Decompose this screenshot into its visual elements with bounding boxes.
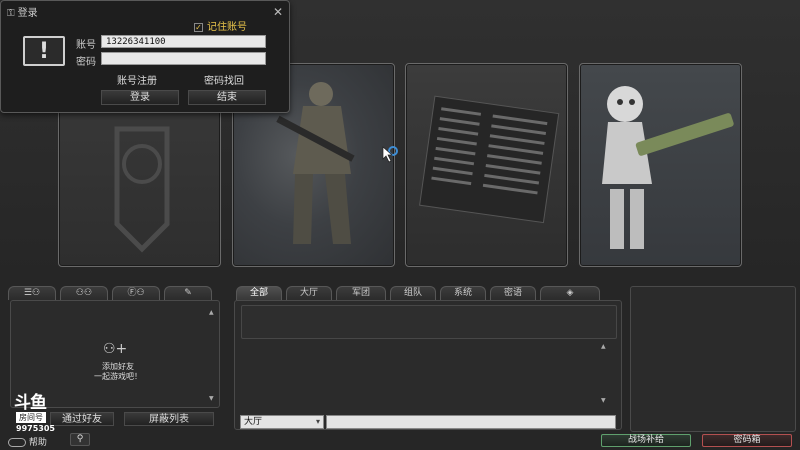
password-input[interactable] (101, 52, 266, 65)
chat-notice-area (241, 305, 617, 339)
login-button[interactable]: 登录 (101, 90, 179, 105)
register-link[interactable]: 账号注册 (117, 72, 157, 87)
login-title: ⚿ 登录 (7, 8, 38, 19)
edit-icon: ✎ (184, 288, 192, 298)
list-icon: ☰⚇ (23, 288, 41, 298)
stats-board-icon (419, 95, 560, 224)
account-label: 账号 (76, 40, 96, 51)
password-safe-button[interactable]: 密码箱 (702, 434, 792, 447)
feature-card-robot[interactable] (579, 63, 742, 267)
tab-chat-all[interactable]: 全部 (236, 286, 282, 300)
remember-account-checkbox[interactable]: ✓ 记住账号 (194, 18, 247, 33)
diamond-icon: ◈ (566, 288, 574, 298)
key-icon: ⚿ (7, 8, 15, 19)
tab-chat-system[interactable]: 系统 (440, 286, 486, 300)
chevron-down-icon: ▾ (315, 417, 320, 426)
alert-icon: ! (23, 36, 65, 66)
tab-chat-team[interactable]: 组队 (390, 286, 436, 300)
add-friend-icon[interactable]: ⚇+ (103, 341, 127, 357)
block-list-button[interactable]: 屏蔽列表 (124, 412, 214, 426)
scroll-up-icon[interactable]: ▲ (209, 309, 214, 316)
account-input[interactable]: 13226341100 (101, 35, 266, 48)
chat-scroll-down-icon[interactable]: ▼ (601, 397, 606, 404)
scroll-down-icon[interactable]: ▼ (209, 395, 214, 402)
tab-chat-whisper[interactable]: 密语 (490, 286, 536, 300)
login-window: ⚿ 登录 ✕ ✓ 记住账号 ! 账号 13226341100 密码 账号注册 密码找… (0, 0, 290, 113)
toggle-icon (8, 438, 26, 447)
search-friend-icon: Ⓕ⚇ (127, 288, 145, 298)
tab-friend-search[interactable]: Ⓕ⚇ (112, 286, 160, 300)
douyu-logo: 斗鱼 (14, 393, 47, 413)
chat-scroll-up-icon[interactable]: ▲ (601, 343, 606, 350)
battle-supply-button[interactable]: 战场补给 (601, 434, 691, 447)
tab-friend-edit[interactable]: ✎ (164, 286, 212, 300)
close-icon[interactable]: ✕ (273, 5, 283, 19)
via-friend-button[interactable]: 通过好友 (50, 412, 114, 426)
exit-button[interactable]: 结束 (188, 90, 266, 105)
channel-select[interactable]: 大厅 ▾ (240, 415, 324, 429)
feature-card-stats[interactable] (405, 63, 568, 267)
chat-panel: ▲ ▼ (234, 300, 622, 430)
tab-chat-extra[interactable]: ◈ (540, 286, 600, 300)
search-icon[interactable]: ⚲ (70, 433, 90, 446)
password-label: 密码 (76, 57, 96, 68)
robot-illustration-icon (602, 86, 734, 249)
add-friend-line2: 一起游戏吧！ (94, 372, 142, 381)
help-toggle[interactable]: 帮助 (8, 435, 47, 448)
chat-input[interactable] (326, 415, 616, 429)
room-number: 9975305 (16, 424, 55, 433)
tab-friend-list[interactable]: ☰⚇ (8, 286, 56, 300)
room-label: 房间号 (16, 412, 46, 423)
checkbox-check-icon: ✓ (194, 23, 203, 32)
tab-chat-lobby[interactable]: 大厅 (286, 286, 332, 300)
right-info-panel (630, 286, 796, 432)
tab-chat-legion[interactable]: 军团 (336, 286, 386, 300)
group-icon: ⚇⚇ (75, 288, 93, 298)
recover-password-link[interactable]: 密码找回 (204, 72, 244, 87)
mouse-cursor-icon (382, 146, 398, 167)
tab-friend-groups[interactable]: ⚇⚇ (60, 286, 108, 300)
